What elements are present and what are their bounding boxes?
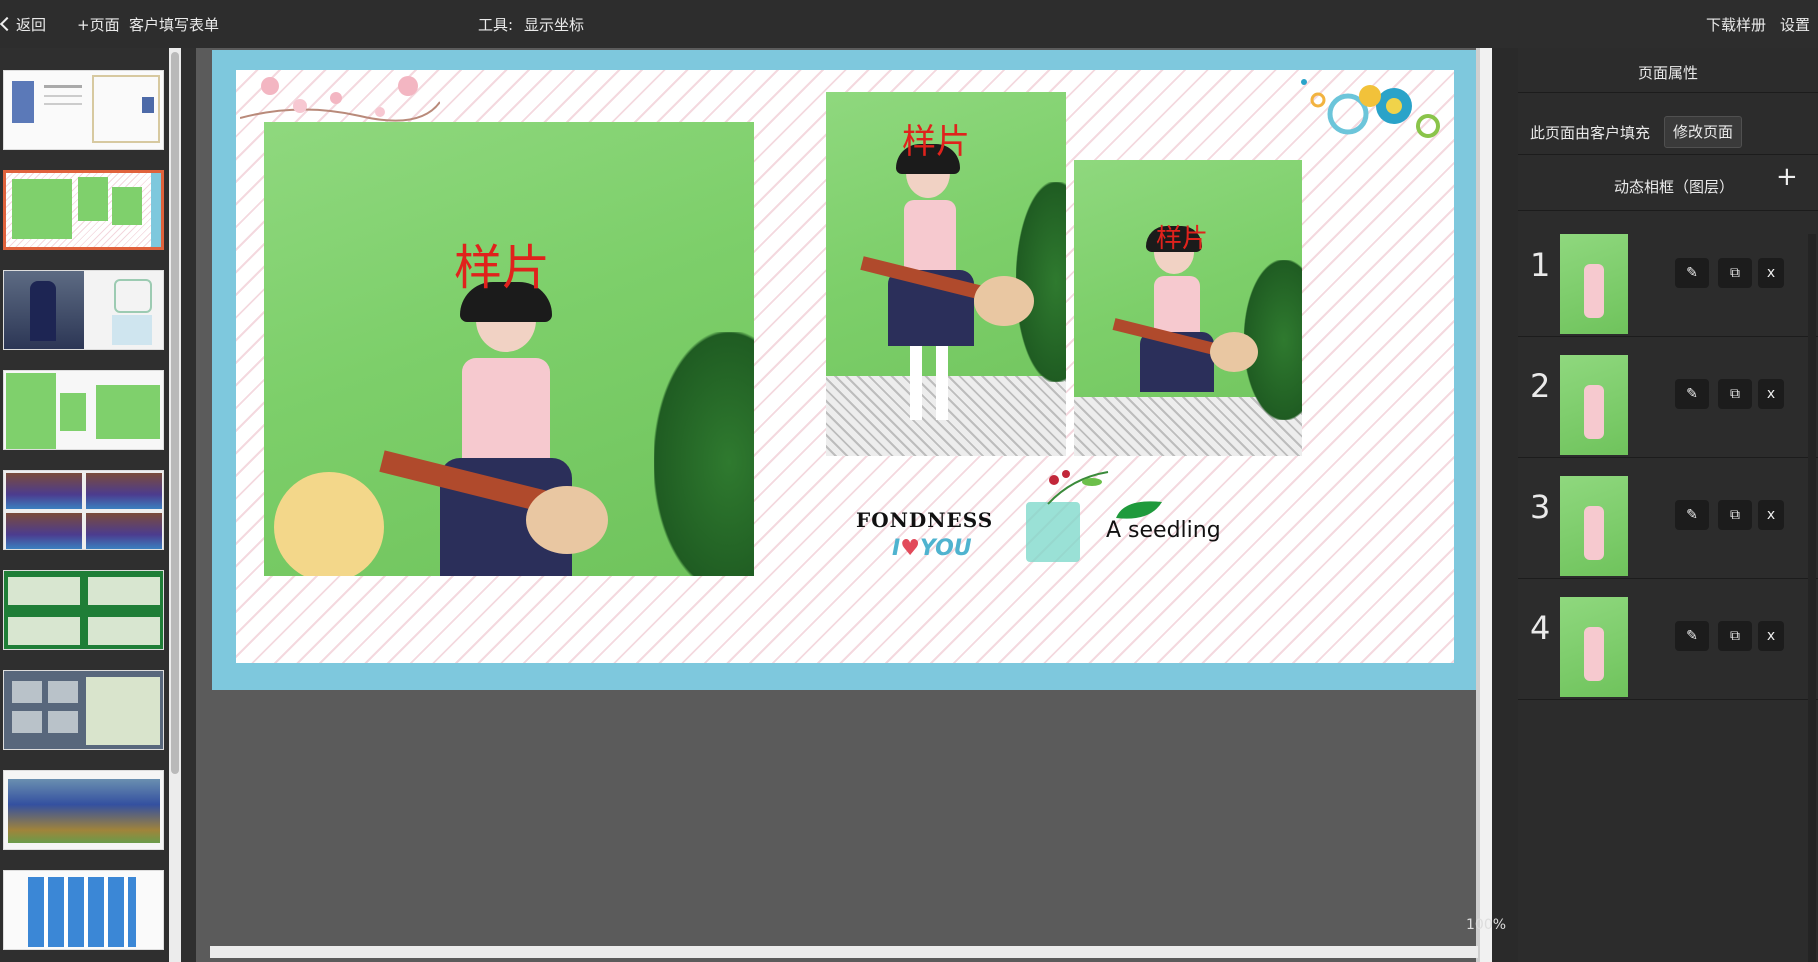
vase-icon: [1026, 502, 1080, 562]
sample-watermark: 样片: [1156, 224, 1209, 254]
customer-fill-label: 此页面由客户填充: [1530, 124, 1651, 142]
photo-frame-2[interactable]: 样片: [826, 92, 1066, 456]
i-love-you-text: I♥YOU: [892, 536, 972, 561]
customer-form-button[interactable]: 客户填写表单: [129, 14, 219, 35]
leaf-icon: [1114, 498, 1164, 520]
sample-watermark: 样片: [454, 240, 551, 296]
page-thumbnail-2[interactable]: [3, 170, 164, 250]
i-text: I: [892, 536, 901, 561]
heart-icon: ♥: [900, 536, 920, 561]
dynamic-frames-title: 动态相框（图层）: [1614, 178, 1735, 196]
album-page: 样片 样片 样片 FONDNESS I♥YOU A seedling: [212, 50, 1476, 690]
delete-button[interactable]: x: [1758, 379, 1784, 409]
delete-button[interactable]: x: [1758, 258, 1784, 288]
photo-frame-3[interactable]: 样片: [1074, 160, 1302, 456]
divider: [1518, 154, 1818, 155]
layer-number: 1: [1530, 246, 1551, 284]
copy-icon[interactable]: ⧉: [1718, 379, 1752, 409]
layer-thumbnail: [1560, 355, 1628, 455]
sample-watermark: 样片: [902, 122, 970, 162]
page-paper: 样片 样片 样片 FONDNESS I♥YOU A seedling: [236, 70, 1454, 663]
download-album-button[interactable]: 下载样册: [1706, 14, 1766, 35]
show-coordinates-button[interactable]: 显示坐标: [524, 14, 584, 35]
panel-title: 页面属性: [1637, 64, 1698, 82]
delete-button[interactable]: x: [1758, 621, 1784, 651]
add-frame-icon[interactable]: +: [1776, 164, 1798, 190]
fondness-text: FONDNESS: [856, 508, 994, 532]
page-thumbnail-1[interactable]: [3, 70, 164, 150]
edit-icon[interactable]: ✎: [1675, 258, 1709, 288]
layer-number: 3: [1530, 488, 1551, 526]
page-thumbnail-panel: [0, 48, 196, 962]
thumbnail-scrollbar[interactable]: [169, 48, 181, 962]
copy-icon[interactable]: ⧉: [1718, 258, 1752, 288]
copy-icon[interactable]: ⧉: [1718, 621, 1752, 651]
page-thumbnail-7[interactable]: [3, 670, 164, 750]
frame-layer-2[interactable]: 2 ✎ ⧉ x: [1518, 337, 1818, 458]
frame-layer-4[interactable]: 4 ✎ ⧉ x: [1518, 579, 1818, 700]
frame-layer-1[interactable]: 1 ✎ ⧉ x: [1518, 216, 1818, 337]
page-thumbnail-5[interactable]: [3, 470, 164, 550]
flower-icon: [1042, 468, 1112, 508]
canvas-vertical-scrollbar[interactable]: [1476, 48, 1492, 962]
cherry-blossom-decoration: [239, 72, 441, 128]
chevron-left-icon: [0, 16, 15, 32]
edit-icon[interactable]: ✎: [1675, 500, 1709, 530]
canvas-horizontal-scrollbar[interactable]: [210, 946, 1478, 958]
layer-number: 4: [1530, 609, 1551, 647]
thumbnail-scrollbar-handle[interactable]: [171, 52, 179, 774]
settings-button[interactable]: 设置: [1780, 14, 1810, 35]
layer-number: 2: [1530, 367, 1551, 405]
page-properties-panel: 页面属性 此页面由客户填充 修改页面 动态相框（图层） + 1 ✎ ⧉ x 2 …: [1518, 48, 1818, 962]
divider: [1518, 92, 1818, 93]
add-page-button[interactable]: +页面: [77, 14, 120, 35]
layers-scrollbar[interactable]: [1808, 234, 1816, 962]
back-label: 返回: [16, 16, 47, 34]
you-text: YOU: [919, 536, 972, 561]
modify-page-button[interactable]: 修改页面: [1664, 116, 1742, 148]
page-thumbnail-4[interactable]: [3, 370, 164, 450]
panel-divider: [1492, 48, 1518, 962]
photo-frame-1[interactable]: 样片: [264, 122, 754, 576]
fondness-seedling-artwork: FONDNESS I♥YOU A seedling: [856, 462, 1276, 582]
back-button[interactable]: 返回: [0, 14, 47, 35]
layer-thumbnail: [1560, 476, 1628, 576]
tools-label: 工具:: [478, 16, 514, 34]
page-thumbnail-3[interactable]: [3, 270, 164, 350]
frame-layer-3[interactable]: 3 ✎ ⧉ x: [1518, 458, 1818, 579]
page-thumbnail-8[interactable]: [3, 770, 164, 850]
zoom-level: 100%: [1466, 917, 1507, 933]
edit-icon[interactable]: ✎: [1675, 621, 1709, 651]
page-thumbnail-6[interactable]: [3, 570, 164, 650]
page-thumbnail-9[interactable]: [3, 870, 164, 950]
seedling-text: A seedling: [1106, 518, 1221, 543]
scrollbar-track: [1476, 48, 1480, 962]
layer-thumbnail: [1560, 597, 1628, 697]
copy-icon[interactable]: ⧉: [1718, 500, 1752, 530]
divider: [1518, 210, 1818, 211]
edit-icon[interactable]: ✎: [1675, 379, 1709, 409]
delete-button[interactable]: x: [1758, 500, 1784, 530]
circles-decoration: [1296, 72, 1446, 144]
layer-thumbnail: [1560, 234, 1628, 334]
top-toolbar: 返回 +页面 客户填写表单 工具: 显示坐标 下载样册 设置: [0, 0, 1818, 48]
